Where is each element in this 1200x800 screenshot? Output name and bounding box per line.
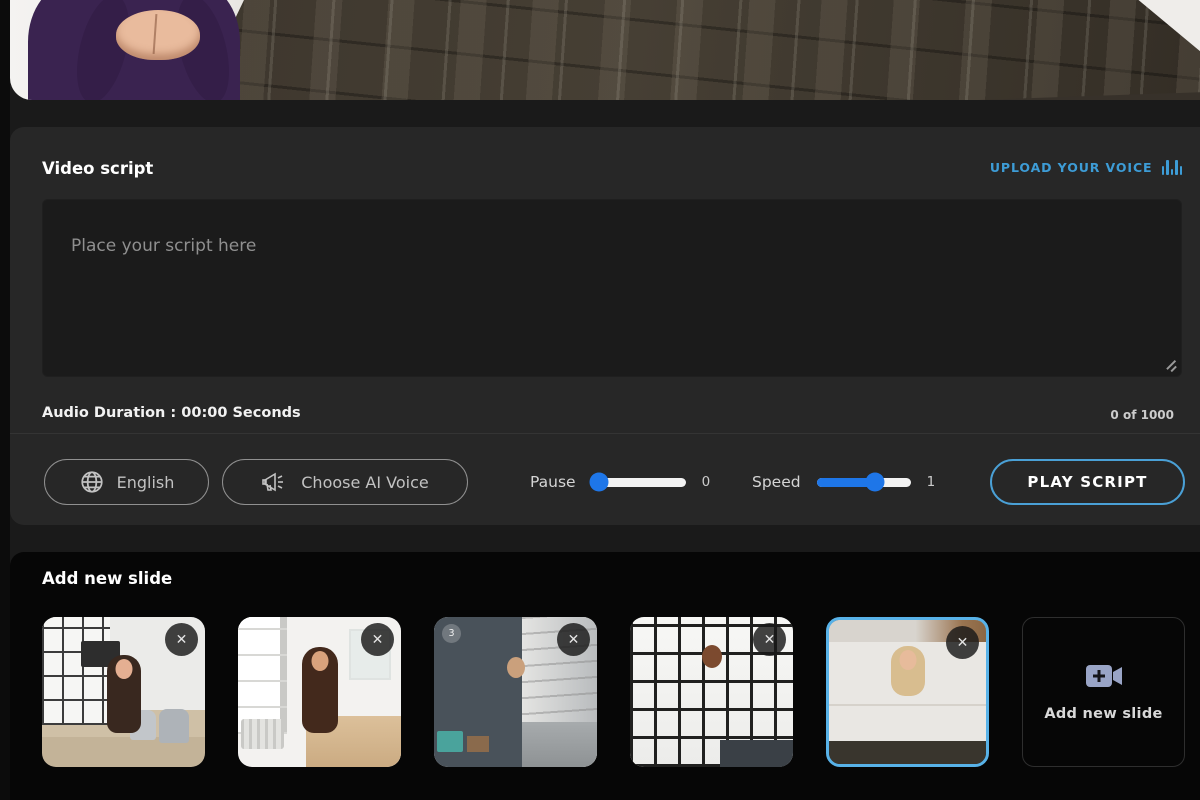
speed-label: Speed — [752, 473, 801, 491]
video-camera-plus-icon — [1084, 662, 1124, 690]
choose-ai-voice-button[interactable]: Choose AI Voice — [222, 459, 468, 505]
slide-thumbnail-1[interactable]: ✕ — [42, 617, 205, 767]
slide-thumbnail-2[interactable]: ✕ — [238, 617, 401, 767]
pause-label: Pause — [530, 473, 576, 491]
voice-label: Choose AI Voice — [301, 473, 428, 492]
video-preview[interactable] — [10, 0, 1200, 100]
pause-slider-group: Pause 0 — [530, 459, 710, 505]
speed-slider-thumb[interactable] — [865, 473, 884, 492]
panel-title: Video script — [42, 159, 153, 178]
audio-duration-text: Audio Duration : 00:00 Seconds — [42, 405, 301, 421]
speed-slider-group: Speed 1 — [752, 459, 935, 505]
speed-value: 1 — [927, 474, 936, 490]
close-icon[interactable]: ✕ — [753, 623, 786, 656]
slides-panel: Add new slide ✕ ✕ — [10, 552, 1200, 800]
close-icon[interactable]: ✕ — [361, 623, 394, 656]
video-script-panel: Video script UPLOAD YOUR VOICE Audio Dur… — [10, 127, 1200, 525]
globe-icon — [79, 469, 105, 495]
play-script-button[interactable]: PLAY SCRIPT — [990, 459, 1185, 505]
megaphone-icon — [261, 470, 289, 494]
app-stage: Video script UPLOAD YOUR VOICE Audio Dur… — [10, 0, 1200, 800]
avatar-hands — [116, 10, 200, 60]
slide-thumbnail-4[interactable]: ✕ — [630, 617, 793, 767]
close-icon[interactable]: ✕ — [165, 623, 198, 656]
script-input-wrapper — [42, 199, 1182, 377]
preview-avatar — [28, 0, 240, 100]
language-button[interactable]: English — [44, 459, 209, 505]
waveform-icon — [1162, 160, 1183, 175]
slide-thumbnail-3[interactable]: 3 ✕ — [434, 617, 597, 767]
preview-carpet-floor — [158, 0, 1200, 100]
pause-slider[interactable] — [592, 478, 686, 487]
script-textarea[interactable] — [42, 199, 1182, 377]
divider — [10, 433, 1200, 434]
pause-slider-thumb[interactable] — [590, 473, 609, 492]
slide-thumbnail-5-selected[interactable]: ✕ — [826, 617, 989, 767]
upload-your-voice-button[interactable]: UPLOAD YOUR VOICE — [990, 160, 1182, 175]
upload-voice-label: UPLOAD YOUR VOICE — [990, 160, 1153, 175]
slides-row: ✕ ✕ 3 ✕ — [42, 617, 1185, 767]
add-new-slide-button[interactable]: Add new slide — [1022, 617, 1185, 767]
slides-panel-title: Add new slide — [42, 569, 172, 588]
speed-slider[interactable] — [817, 478, 911, 487]
pause-value: 0 — [702, 474, 711, 490]
close-icon[interactable]: ✕ — [946, 626, 979, 659]
character-count: 0 of 1000 — [1110, 408, 1174, 422]
slide-number-badge: 3 — [442, 624, 461, 643]
close-icon[interactable]: ✕ — [557, 623, 590, 656]
add-new-slide-label: Add new slide — [1044, 706, 1162, 722]
language-label: English — [117, 473, 175, 492]
